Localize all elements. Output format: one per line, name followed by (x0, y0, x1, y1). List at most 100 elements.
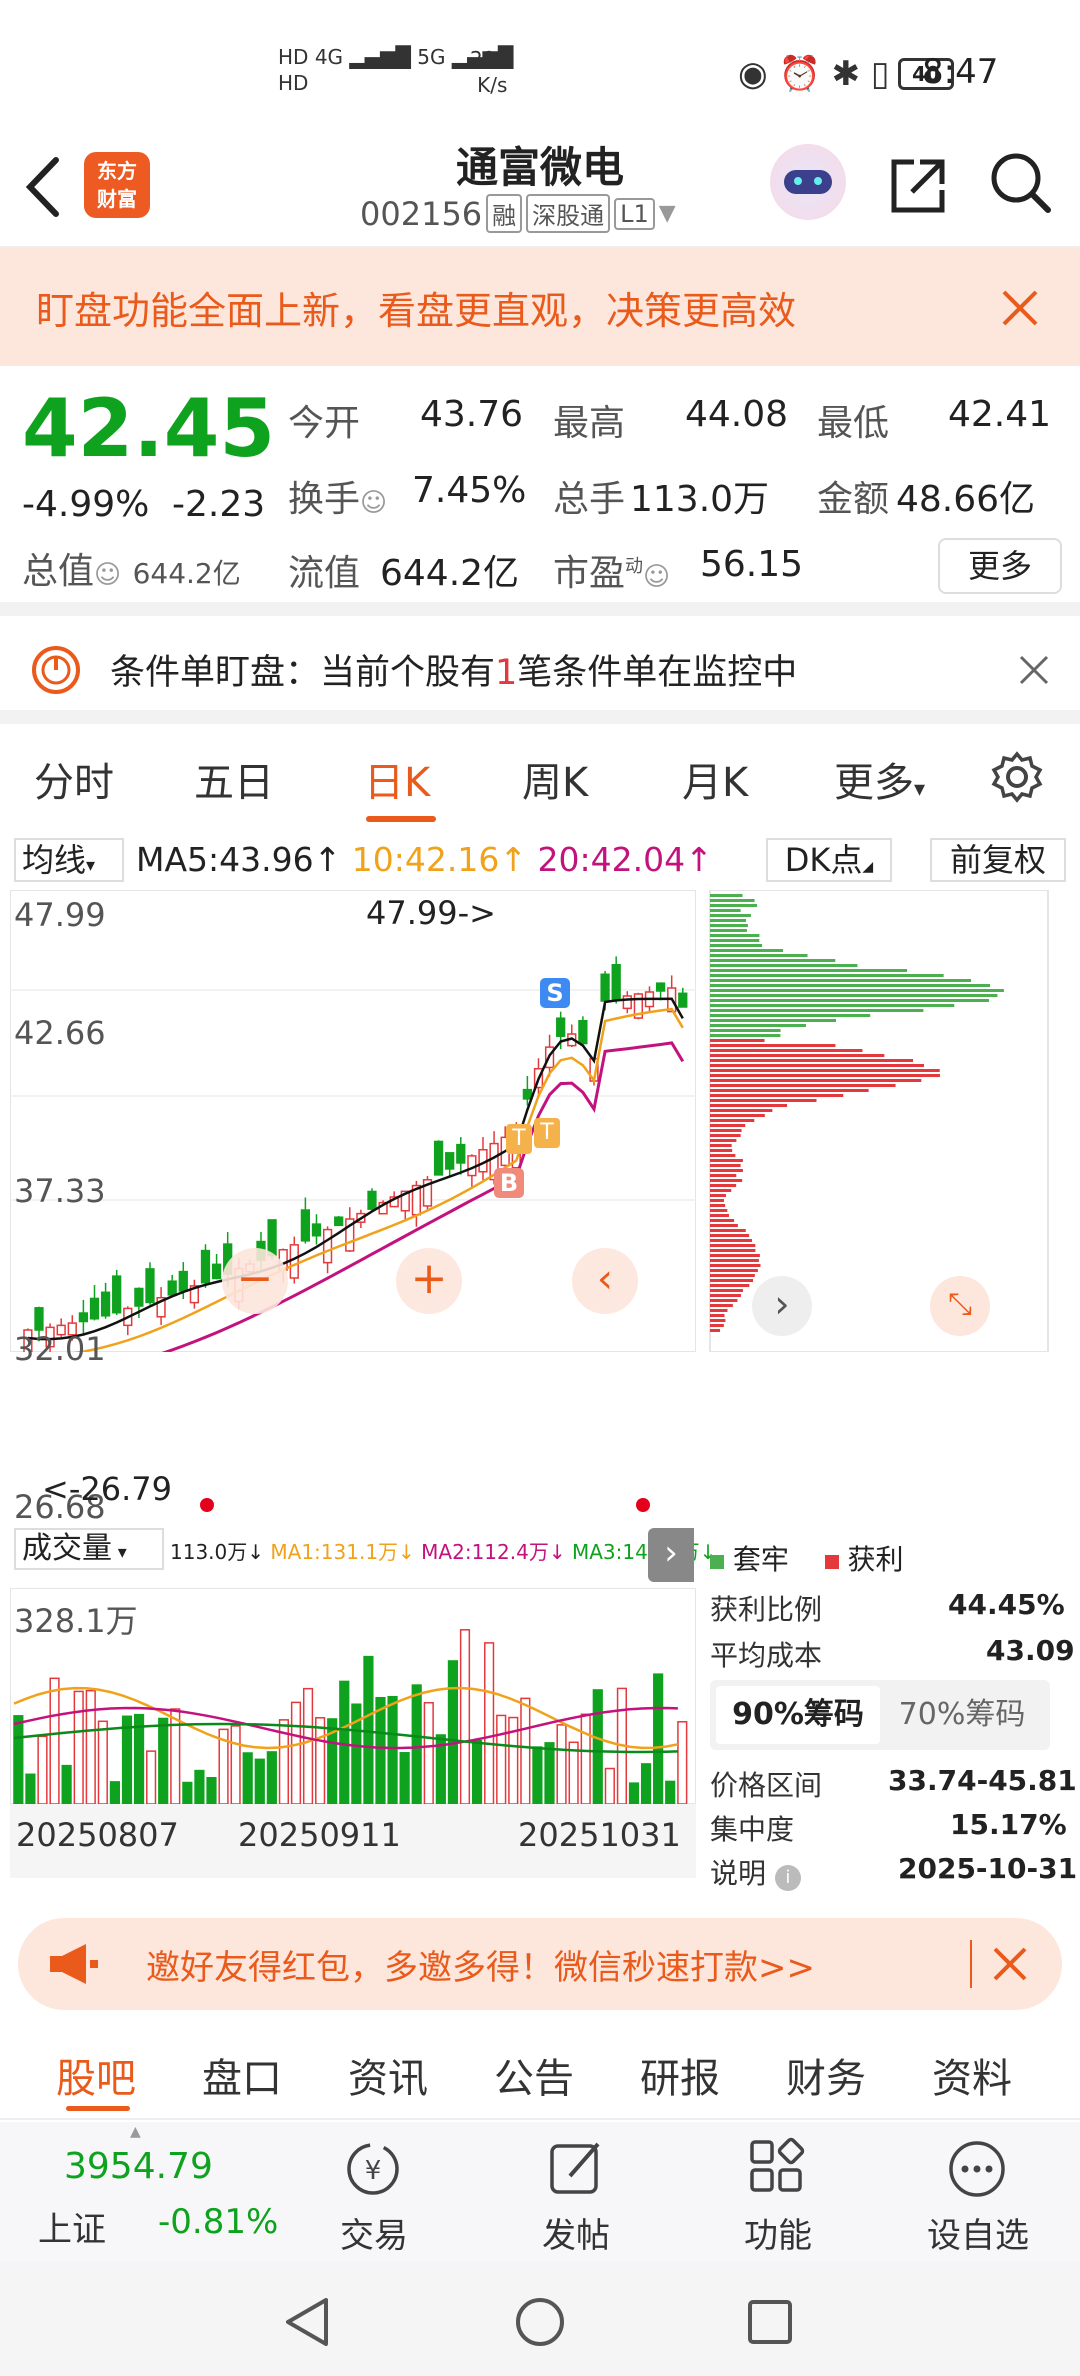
chip-bar (710, 1059, 914, 1062)
expand-icon[interactable]: ⤡ (930, 1276, 990, 1336)
status-bar: HD 4G ▂▄▆█ 5G ▂▄▆█ HD 29.3 K/s ◉ ⏰ ✱ ▯ 40 … (0, 0, 1080, 130)
chip-bar (710, 909, 741, 912)
condition-order-bar[interactable]: 条件单盯盘：当前个股有1笔条件单在监控中 (0, 616, 1080, 724)
tab-forum[interactable]: 股吧 (56, 2046, 136, 2104)
system-nav-bar (0, 2262, 1080, 2376)
candle-body (78, 1312, 89, 1323)
candle-body (611, 964, 621, 1000)
zoom-in-button[interactable]: + (396, 1248, 462, 1314)
adjust-button[interactable]: 前复权 (930, 838, 1066, 882)
more-button[interactable]: 更多 (938, 538, 1062, 594)
active-tab-underline (366, 816, 436, 822)
invite-banner[interactable]: 邀好友得红包，多邀多得！微信秒速打款>> (18, 1918, 1062, 2010)
volume-bar (640, 1763, 652, 1804)
tab-daily-k[interactable]: 日K (364, 750, 430, 808)
search-icon[interactable] (986, 148, 1056, 218)
tab-chip-70[interactable]: 70%筹码 (880, 1686, 1044, 1744)
chip-bar (710, 1124, 746, 1127)
turnover-label[interactable]: 换手☺ (288, 470, 387, 522)
stock-code: 002156 (360, 194, 483, 233)
ma20-value: 20:42.04 (537, 840, 686, 879)
note-label[interactable]: 说明 i (710, 1852, 801, 1892)
chevron-right-icon[interactable]: › (648, 1528, 694, 1582)
chip-bar (710, 894, 743, 897)
tab-weekly-k[interactable]: 周K (522, 750, 588, 808)
volume-bar (170, 1708, 181, 1804)
tab-chip-90[interactable]: 90%筹码 (716, 1686, 880, 1744)
tab-monthly-k[interactable]: 月K (682, 750, 748, 808)
chip-bar (710, 1299, 738, 1302)
sell-signal[interactable]: S (540, 978, 570, 1008)
close-icon[interactable] (1000, 288, 1040, 328)
tab-finance[interactable]: 财务 (786, 2046, 866, 2104)
high-label: 最高 (553, 403, 626, 444)
function-grid-icon[interactable] (744, 2136, 810, 2202)
price-axis-label: 32.01 (14, 1330, 106, 1368)
price-axis-label: 42.66 (14, 1014, 106, 1052)
chip-bar (710, 1164, 741, 1167)
more-dots-icon[interactable] (944, 2136, 1010, 2202)
chip-bar (710, 994, 998, 997)
volume-bar (37, 1735, 48, 1804)
volume-bar (25, 1773, 36, 1804)
chip-bar (710, 1139, 737, 1142)
trade-icon[interactable]: ¥ (340, 2136, 406, 2202)
trade-button[interactable]: 交易 (304, 2208, 444, 2257)
chip-bar (710, 1149, 733, 1152)
function-button[interactable]: 功能 (708, 2208, 848, 2257)
volume-bar (520, 1697, 531, 1804)
chip-bar (710, 1104, 788, 1107)
chip-bar (710, 919, 746, 922)
feature-banner[interactable]: 盯盘功能全面上新，看盘更直观，决策更高效 (0, 248, 1080, 366)
volume-bar (315, 1717, 326, 1804)
dk-point-button[interactable]: DK点◢ (766, 838, 892, 882)
nav-home-icon[interactable] (514, 2296, 566, 2348)
close-icon[interactable] (992, 1946, 1028, 1982)
indicator-select[interactable]: 均线▾ (14, 838, 124, 882)
chip-bar (710, 1239, 753, 1242)
event-dot (200, 1498, 214, 1512)
tab-news[interactable]: 资讯 (348, 2046, 428, 2104)
pe-label[interactable]: 市盈动☺ (553, 544, 670, 596)
zoom-out-button[interactable]: − (222, 1248, 288, 1314)
chip-distribution-chart[interactable] (708, 890, 1050, 1352)
close-icon[interactable] (1018, 654, 1050, 686)
volume-label: 总手 (553, 479, 626, 520)
volume-bar (85, 1689, 96, 1804)
t-signal[interactable]: T (506, 1124, 532, 1154)
volume-bar (254, 1758, 265, 1804)
volume-bar (653, 1673, 664, 1804)
chip-bar (710, 1119, 755, 1122)
chip-bar (710, 1079, 922, 1082)
assistant-avatar-icon[interactable] (770, 144, 846, 220)
chip-bar (710, 999, 989, 1002)
tag-level: L1 (614, 197, 655, 230)
index-ticker[interactable]: ▲ 3954.79 上证 -0.81% (0, 2122, 278, 2262)
post-button[interactable]: 发帖 (506, 2208, 646, 2257)
tab-orderbook[interactable]: 盘口 (202, 2046, 282, 2104)
tab-profile[interactable]: 资料 (932, 2046, 1012, 2104)
tab-announcements[interactable]: 公告 (494, 2046, 574, 2104)
chevron-right-icon[interactable]: › (752, 1276, 812, 1336)
market-cap[interactable]: 总值☺ 644.2亿 (22, 542, 241, 594)
volume-indicator-select[interactable]: 成交量 ▾ (14, 1528, 164, 1570)
chip-bar (710, 1314, 725, 1317)
tab-intraday[interactable]: 分时 (34, 750, 114, 808)
tab-research[interactable]: 研报 (640, 2046, 720, 2104)
stock-header: 东方 财富 通富微电 002156 融 深股通 L1 ▼ (0, 130, 1080, 248)
candle-body (578, 1019, 588, 1045)
gear-icon[interactable] (990, 750, 1044, 804)
t-signal[interactable]: T (534, 1118, 560, 1148)
nav-recents-icon[interactable] (746, 2298, 794, 2346)
share-icon[interactable] (884, 150, 954, 220)
tab-more[interactable]: 更多▾ (834, 750, 925, 808)
volume-bar (544, 1742, 555, 1804)
add-watchlist-button[interactable]: 设自选 (908, 2208, 1048, 2257)
stock-code-row[interactable]: 002156 融 深股通 L1 ▼ (360, 194, 676, 233)
nav-back-icon[interactable] (282, 2296, 332, 2348)
tab-five-day[interactable]: 五日 (194, 750, 274, 808)
buy-signal[interactable]: B (494, 1168, 524, 1198)
scroll-left-button[interactable]: ‹ (572, 1248, 638, 1314)
chip-bar (710, 1034, 781, 1037)
post-icon[interactable] (544, 2136, 610, 2202)
